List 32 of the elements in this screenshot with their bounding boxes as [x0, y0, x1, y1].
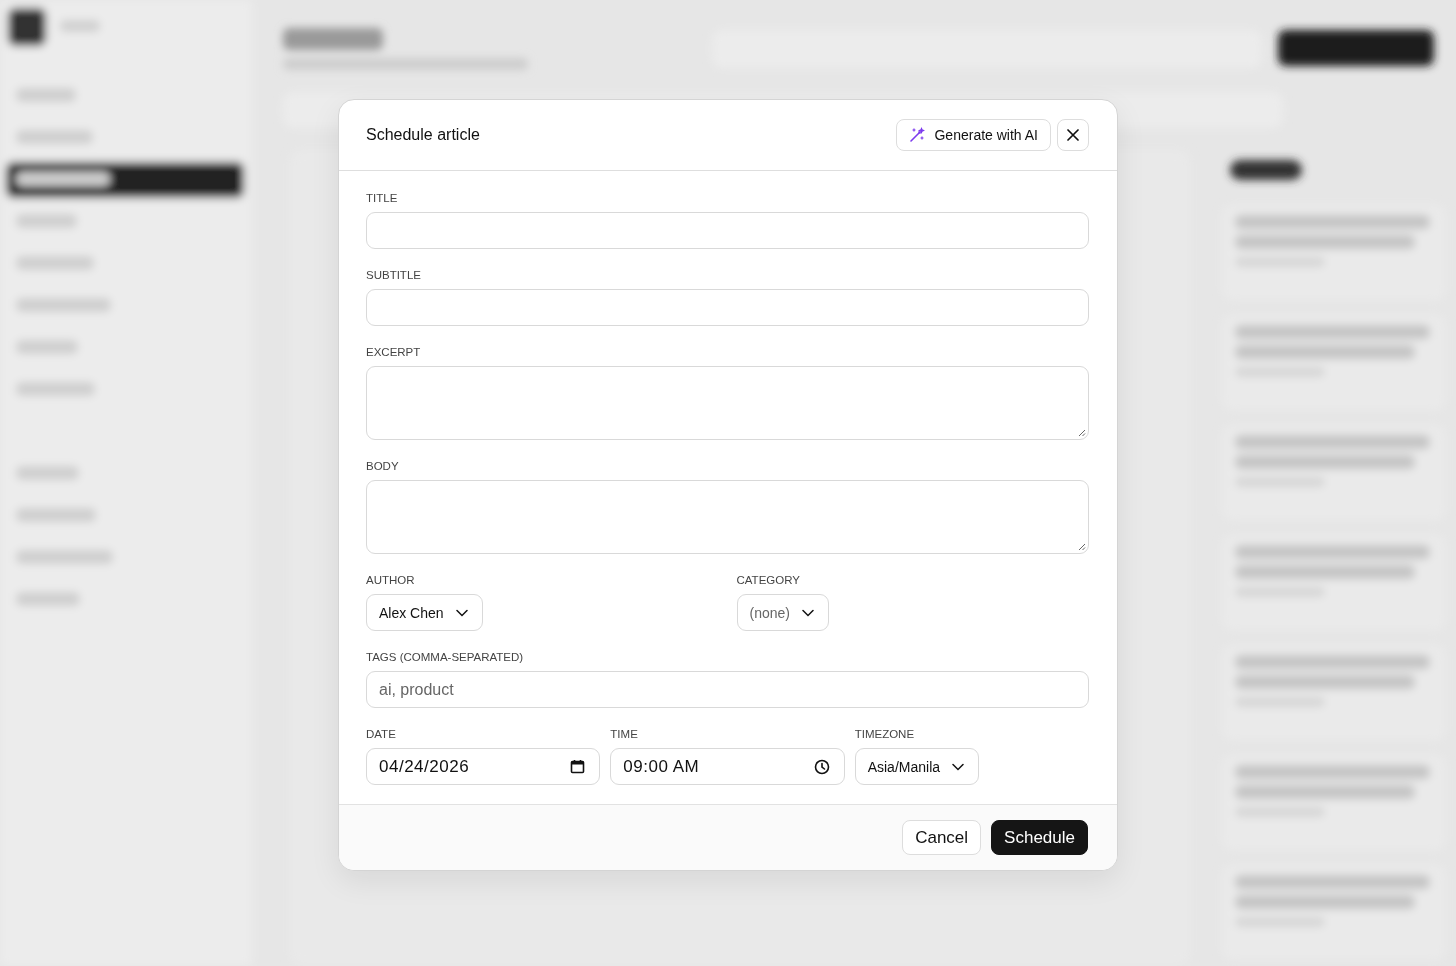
field-label: TIME	[610, 727, 638, 741]
dialog-title: Schedule article	[366, 126, 480, 144]
field-label: TAGS (COMMA-SEPARATED)	[366, 650, 524, 664]
field-label: AUTHOR	[366, 573, 415, 587]
field-label: SUBTITLE	[366, 268, 421, 282]
clock-icon	[813, 758, 830, 775]
chevron-down-icon	[952, 762, 965, 771]
text-field[interactable]	[366, 289, 1089, 326]
select-dropdown[interactable]: Alex Chen	[366, 594, 483, 631]
select-dropdown[interactable]: (none)	[736, 594, 829, 631]
close-icon	[1067, 129, 1079, 141]
field-label: CATEGORY	[736, 573, 800, 587]
field-label: DATE	[366, 727, 396, 741]
schedule-button[interactable]: Schedule	[991, 820, 1088, 855]
generate-button[interactable]: Generate with AI	[896, 119, 1051, 151]
field-label: TITLE	[366, 191, 398, 205]
text-field[interactable]: ai, product	[366, 671, 1089, 708]
field-label: EXCERPT	[366, 345, 421, 359]
text-field[interactable]	[366, 212, 1089, 249]
field-label: TIMEZONE	[854, 727, 915, 741]
close-button[interactable]	[1057, 119, 1089, 151]
calendar-icon	[570, 759, 586, 774]
resize-handle-icon[interactable]	[1078, 429, 1086, 437]
date-field[interactable]: 04/24/2026	[366, 748, 601, 785]
cancel-button[interactable]: Cancel	[902, 820, 982, 855]
chevron-down-icon	[801, 608, 814, 617]
chevron-down-icon	[455, 608, 468, 617]
field-label: BODY	[366, 459, 399, 473]
magic-wand-icon	[909, 127, 926, 143]
resize-handle-icon[interactable]	[1078, 543, 1086, 551]
time-field[interactable]: 09:00 AM	[610, 748, 845, 785]
select-dropdown[interactable]: Asia/Manila	[854, 748, 980, 785]
